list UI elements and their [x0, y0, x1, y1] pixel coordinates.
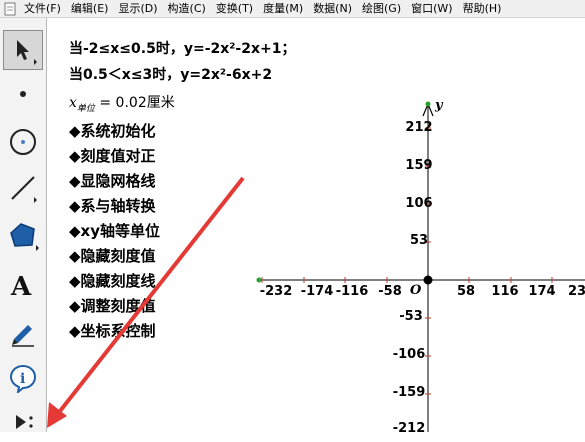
polygon-icon — [10, 223, 39, 251]
point-icon — [20, 91, 26, 97]
red-arrow-shaft — [51, 176, 245, 422]
line-segment-icon — [11, 176, 37, 203]
coordinate-axes — [47, 101, 585, 432]
y-tick-label: -106 — [392, 347, 426, 362]
menu-display[interactable]: 显示(D) — [113, 0, 162, 17]
x-tick-label: 116 — [491, 284, 519, 299]
information-tool[interactable]: i — [3, 358, 43, 398]
origin-label: O — [410, 283, 422, 298]
origin-point[interactable] — [423, 275, 433, 285]
x-tick-label: 174 — [528, 284, 556, 299]
menu-data[interactable]: 数据(N) — [308, 0, 357, 17]
x-tick-label: -116 — [335, 284, 369, 299]
menu-graph[interactable]: 绘图(G) — [357, 0, 406, 17]
y-axis-control-point[interactable] — [425, 101, 431, 107]
menu-measure[interactable]: 度量(M) — [258, 0, 308, 17]
pen-icon — [12, 325, 34, 347]
y-tick-label: 53 — [409, 233, 429, 248]
x-tick-label: 58 — [456, 284, 476, 299]
y-tick-label: 159 — [405, 158, 433, 173]
menu-construct[interactable]: 构造(C) — [163, 0, 211, 17]
play-icon — [16, 415, 33, 429]
menu-edit[interactable]: 编辑(E) — [66, 0, 114, 17]
info-icon: i — [9, 364, 37, 393]
y-tick-label: 212 — [405, 120, 433, 135]
toolbox: A i — [0, 18, 47, 432]
x-tick-label: 232 — [568, 284, 585, 299]
menu-file[interactable]: 文件(F) — [19, 0, 66, 17]
menu-transform[interactable]: 变换(T) — [211, 0, 258, 17]
circle-icon — [10, 129, 36, 155]
y-tick-label: -212 — [392, 421, 426, 432]
text-tool[interactable]: A — [3, 264, 43, 304]
y-tick-label: 106 — [405, 196, 433, 211]
custom-tools[interactable] — [3, 402, 43, 442]
x-tick-label: -58 — [378, 284, 402, 299]
text-a-icon: A — [10, 272, 32, 299]
y-tick-label: -159 — [392, 385, 426, 400]
sketch-canvas[interactable]: 当-2≤x≤0.5时，y=-2x²-2x+1； 当0.5＜x≤3时，y=2x²-… — [47, 18, 585, 432]
x-tick-label: -174 — [300, 284, 334, 299]
point-tool[interactable] — [3, 74, 43, 114]
y-axis-label: y — [435, 98, 443, 113]
menu-bar: 文件(F) 编辑(E) 显示(D) 构造(C) 变换(T) 度量(M) 数据(N… — [0, 0, 585, 18]
marker-tool[interactable] — [3, 312, 43, 352]
arrow-select-tool[interactable] — [3, 30, 43, 70]
x-axis-control-point[interactable] — [256, 277, 262, 283]
polygon-tool[interactable] — [3, 216, 43, 256]
compass-tool[interactable] — [3, 122, 43, 162]
svg-text:i: i — [20, 371, 25, 387]
y-tick-label: -53 — [399, 309, 423, 324]
x-tick-label: -232 — [259, 284, 293, 299]
document-icon[interactable] — [3, 2, 17, 16]
straightedge-tool[interactable] — [3, 168, 43, 208]
menu-help[interactable]: 帮助(H) — [458, 0, 507, 17]
svg-text:A: A — [10, 272, 32, 299]
menu-window[interactable]: 窗口(W) — [406, 0, 457, 17]
arrow-icon — [17, 40, 37, 65]
